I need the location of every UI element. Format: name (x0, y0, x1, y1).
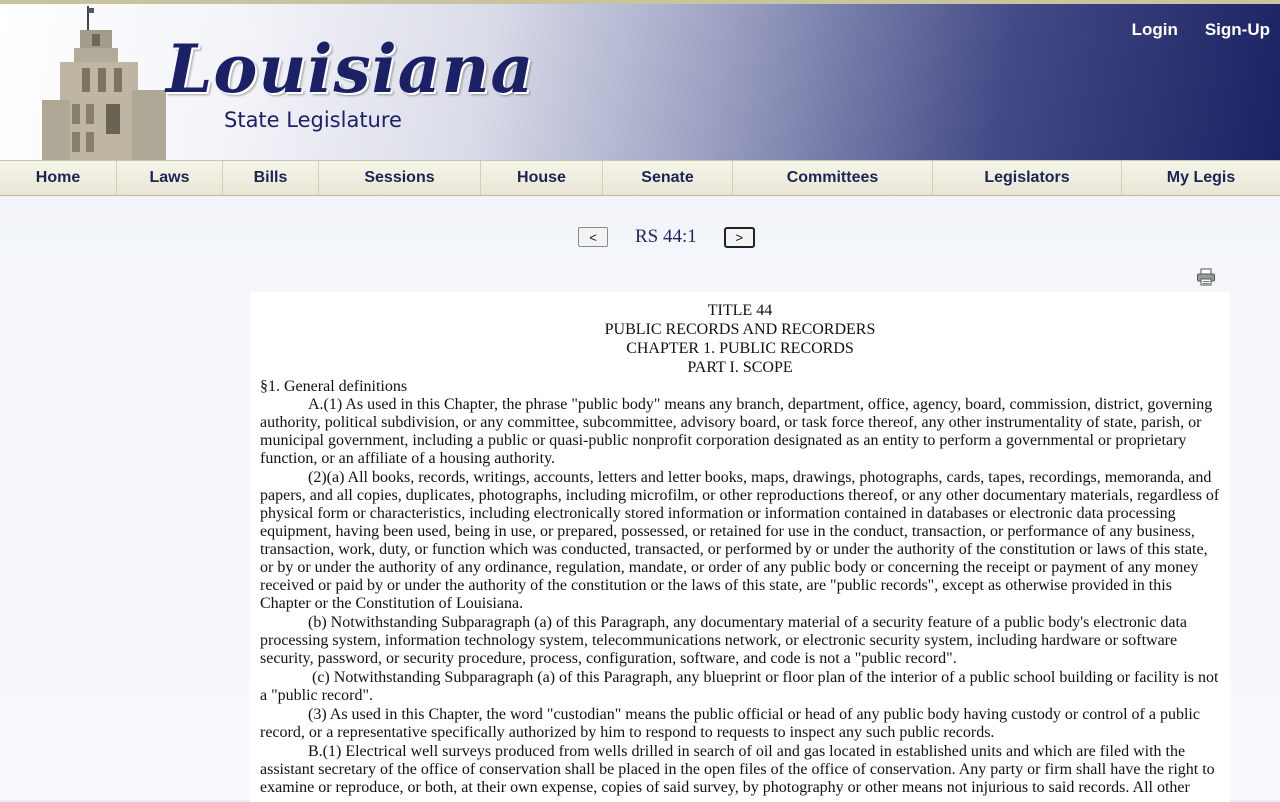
doc-subtitle: PUBLIC RECORDS AND RECORDERS (604, 321, 876, 338)
statute-document: TITLE 44 PUBLIC RECORDS AND RECORDERS CH… (250, 292, 1230, 802)
nav-my-legis[interactable]: My Legis (1122, 161, 1280, 195)
doc-part: PART I. SCOPE (687, 359, 793, 376)
paragraph-a2b: (b) Notwithstanding Subparagraph (a) of … (260, 614, 1188, 667)
nav-legislators[interactable]: Legislators (933, 161, 1122, 195)
signup-link[interactable]: Sign-Up (1205, 20, 1270, 40)
login-link[interactable]: Login (1132, 20, 1178, 40)
main-nav: Home Laws Bills Sessions House Senate Co… (0, 160, 1280, 196)
site-header: Louisiana State Legislature Login Sign-U… (0, 0, 1280, 160)
auth-links: Login Sign-Up (1132, 20, 1270, 40)
doc-title: TITLE 44 (707, 302, 773, 319)
nav-home[interactable]: Home (0, 161, 117, 195)
doc-chapter: CHAPTER 1. PUBLIC RECORDS (626, 340, 854, 357)
nav-laws[interactable]: Laws (117, 161, 223, 195)
paragraph-a3: (3) As used in this Chapter, the word "c… (260, 706, 1200, 741)
paragraph-a1: A.(1) As used in this Chapter, the phras… (260, 396, 1213, 467)
statute-pager: < RS 44:1 > (578, 226, 755, 248)
nav-senate[interactable]: Senate (603, 161, 733, 195)
nav-bills[interactable]: Bills (223, 161, 319, 195)
section-heading: §1. General definitions (260, 378, 408, 395)
nav-sessions[interactable]: Sessions (319, 161, 481, 195)
logo-title: Louisiana (166, 30, 535, 108)
statute-label: RS 44:1 (635, 226, 697, 247)
paragraph-b1: B.(1) Electrical well surveys produced f… (260, 743, 1215, 796)
nav-house[interactable]: House (481, 161, 603, 195)
logo-subtitle: State Legislature (224, 108, 402, 132)
capitol-tower-image (42, 6, 166, 160)
next-button[interactable]: > (723, 226, 755, 248)
nav-committees[interactable]: Committees (733, 161, 933, 195)
paragraph-a2a: (2)(a) All books, records, writings, acc… (260, 469, 1220, 612)
printer-icon[interactable] (1196, 268, 1216, 286)
prev-button[interactable]: < (578, 227, 608, 247)
paragraph-a2c: (c) Notwithstanding Subparagraph (a) of … (260, 669, 1219, 704)
